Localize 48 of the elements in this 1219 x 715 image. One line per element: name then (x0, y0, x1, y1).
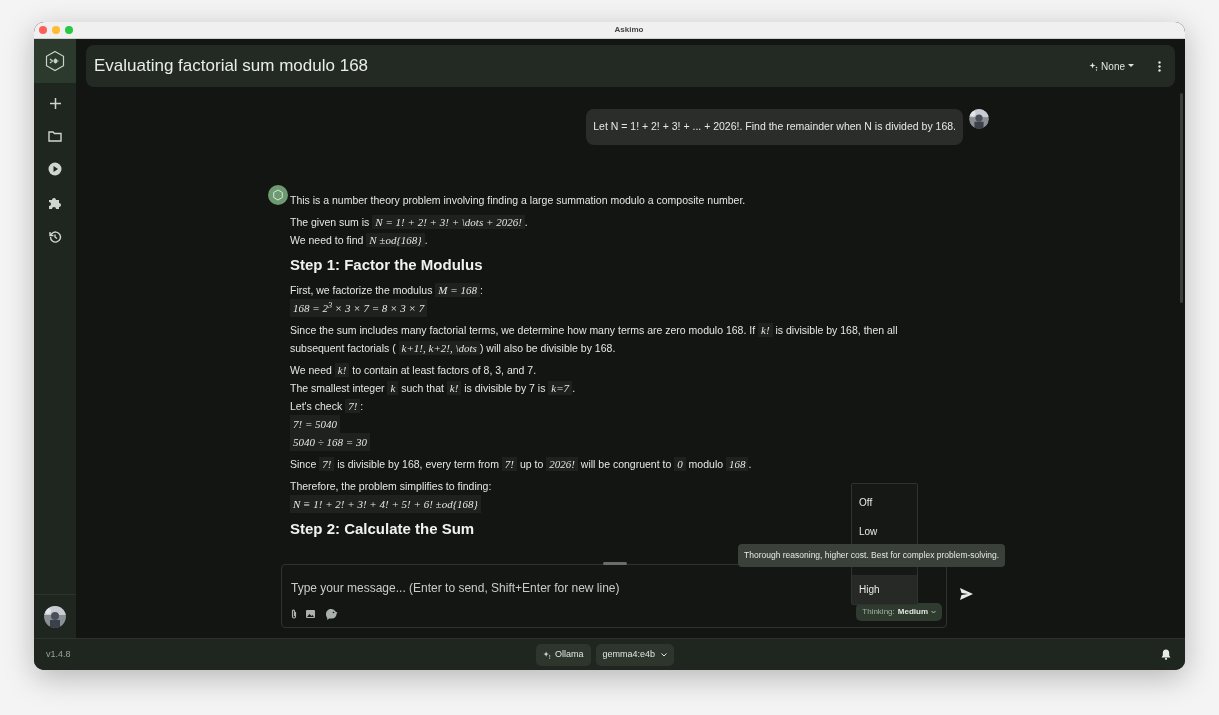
math-formula: 7! = 5040 (290, 414, 341, 433)
sparkle-icon (1089, 61, 1099, 71)
mascot-icon[interactable] (324, 608, 338, 620)
model-button[interactable]: None (1089, 58, 1134, 74)
paragraph: We need to find N ±od{168} . (290, 231, 428, 249)
history-icon[interactable] (48, 230, 62, 244)
paragraph: This is a number theory problem involving finding a large summation modulo a composite number. (290, 192, 746, 208)
bell-icon[interactable] (1161, 649, 1171, 660)
folder-icon[interactable] (48, 130, 62, 142)
section-heading: Step 1: Factor the Modulus (290, 254, 483, 275)
model-select[interactable]: gemma4:e4b (595, 644, 675, 666)
logo-icon[interactable] (44, 50, 66, 72)
math-formula: N ≡ 1! + 2! + 3! + 4! + 5! + 6! ±od{168} (290, 494, 481, 513)
menu-item[interactable]: High (852, 575, 917, 604)
menu-item[interactable]: Off (852, 488, 917, 517)
assistant-avatar-icon (268, 184, 288, 205)
paragraph: The smallest integer k such that k! is divisible by 7 is k=7 . (290, 379, 576, 397)
version-label: v1.4.8 (46, 647, 71, 661)
tooltip: Thorough reasoning, higher cost. Best for complex problem-solving. (738, 544, 1006, 567)
paragraph: Since the sum includes many factorial terms, we determine how many terms are zero modulo 168. If k! is divisible by 168, then all subsequent factorials ( k+1!, k+2!, \dots ) will also be divisible by 168. (290, 321, 899, 357)
puzzle-icon[interactable] (48, 196, 62, 210)
play-icon[interactable] (48, 162, 62, 176)
image-icon[interactable] (306, 610, 315, 618)
section-heading: Step 2: Calculate the Sum (290, 518, 475, 539)
paragraph: Therefore, the problem simplifies to finding: (290, 478, 492, 494)
window-title: Askimo (614, 24, 644, 36)
chat-title: Evaluating factorial sum modulo 168 (94, 55, 370, 78)
sparkle-icon (543, 651, 551, 659)
math-formula: 5040 ÷ 168 = 30 (290, 432, 370, 451)
paragraph: First, we factorize the modulus M = 168 : (290, 281, 483, 299)
paragraph: We need k! to contain at least factors of 8, 3, and 7. (290, 361, 537, 379)
paragraph: Since 7! is divisible by 168, every term from 7! up to 2026! will be congruent to 0 modulo 168 . (290, 455, 752, 473)
provider-button[interactable]: Ollama (536, 644, 591, 666)
more-icon[interactable] (1158, 60, 1161, 72)
user-message: Let N = 1! + 2! + 3! + ... + 2026!. Find the remainder when N is divided by 168. (586, 109, 963, 145)
paragraph: The given sum is N = 1! + 2! + 3! + \dots + 2026! . (290, 213, 528, 231)
caret-icon (1128, 64, 1134, 68)
chevron-icon (661, 653, 668, 657)
close-button[interactable] (39, 26, 47, 34)
plus-icon[interactable] (48, 97, 62, 110)
paperclip-icon[interactable] (291, 609, 297, 619)
menu-item[interactable]: Low (852, 517, 917, 546)
caret-icon (931, 610, 936, 614)
paragraph: Let's check 7! : (290, 397, 364, 415)
math-formula: 168 = 2$^{3}$ × 3 × 7 = 8 × 3 × 7 (290, 298, 428, 317)
message-input[interactable]: Type your message... (Enter to send, Shift+Enter for new line) (291, 579, 831, 597)
thinking-button[interactable]: Thinking: Medium (856, 603, 942, 621)
send-icon[interactable] (960, 588, 973, 600)
